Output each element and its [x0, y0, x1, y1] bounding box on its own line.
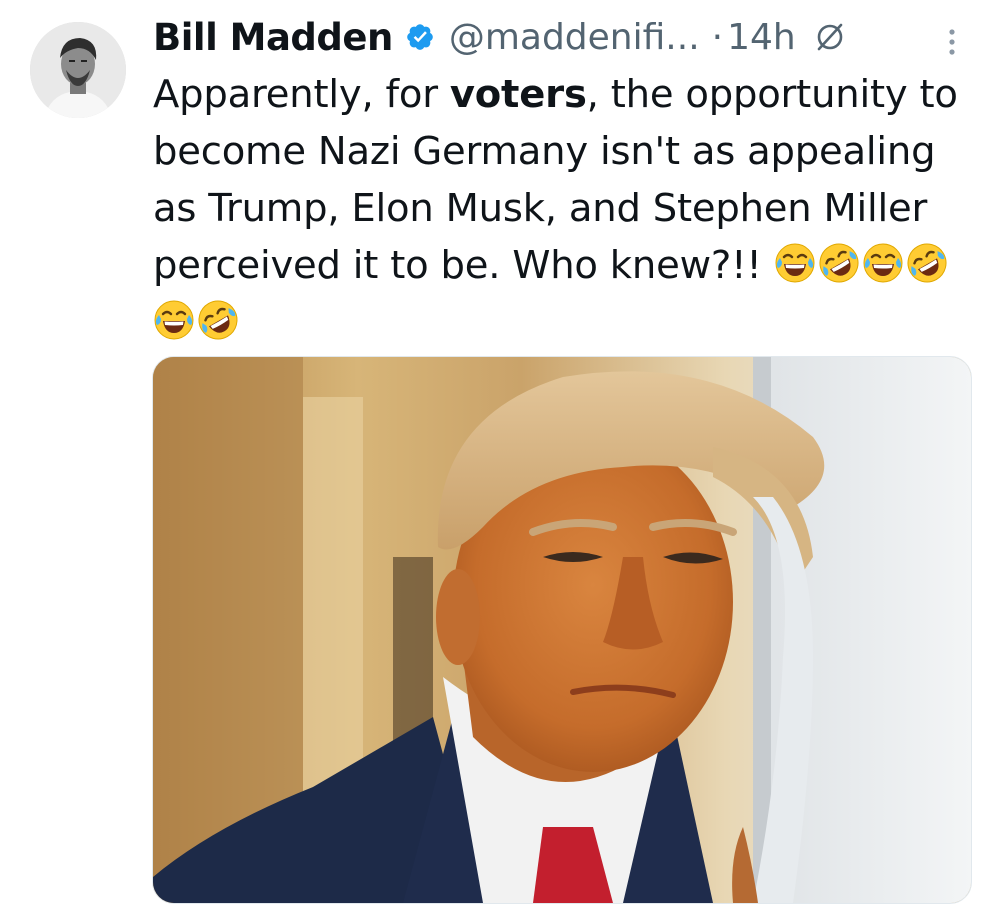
tweet-text-line-2: become Nazi Germany isn't as appealing [153, 129, 936, 174]
tweet-text-line-3: as Trump, Elon Musk, and Stephen Miller [153, 186, 928, 231]
display-name[interactable]: Bill Madden [153, 16, 393, 59]
tweet-text-line-1: Apparently, for voters, the opportunity … [153, 72, 958, 117]
rofl-emoji [197, 299, 239, 341]
avatar[interactable] [30, 22, 126, 118]
tweet-photo[interactable] [152, 356, 972, 904]
more-options-icon[interactable] [940, 24, 964, 60]
verified-badge-icon [405, 22, 435, 52]
author-handle[interactable]: @maddenifi... [449, 17, 700, 58]
joy-emoji [862, 242, 904, 284]
rofl-emoji [906, 242, 948, 284]
bold-word: voters [449, 72, 587, 117]
joy-emoji [153, 299, 195, 341]
tweet[interactable]: Bill Madden @maddenifi... · 14h Apparent… [0, 0, 1000, 908]
timestamp[interactable]: 14h [727, 17, 796, 58]
joy-emoji [774, 242, 816, 284]
tweet-text-line-5 [153, 294, 973, 351]
grok-icon[interactable] [814, 21, 846, 53]
tweet-text-line-4: perceived it to be. Who knew?!! [153, 237, 973, 294]
separator-dot: · [711, 16, 724, 58]
tweet-header: Bill Madden @maddenifi... · 14h [153, 12, 846, 62]
tweet-text: Apparently, for voters, the opportunity … [153, 66, 973, 351]
rofl-emoji [818, 242, 860, 284]
